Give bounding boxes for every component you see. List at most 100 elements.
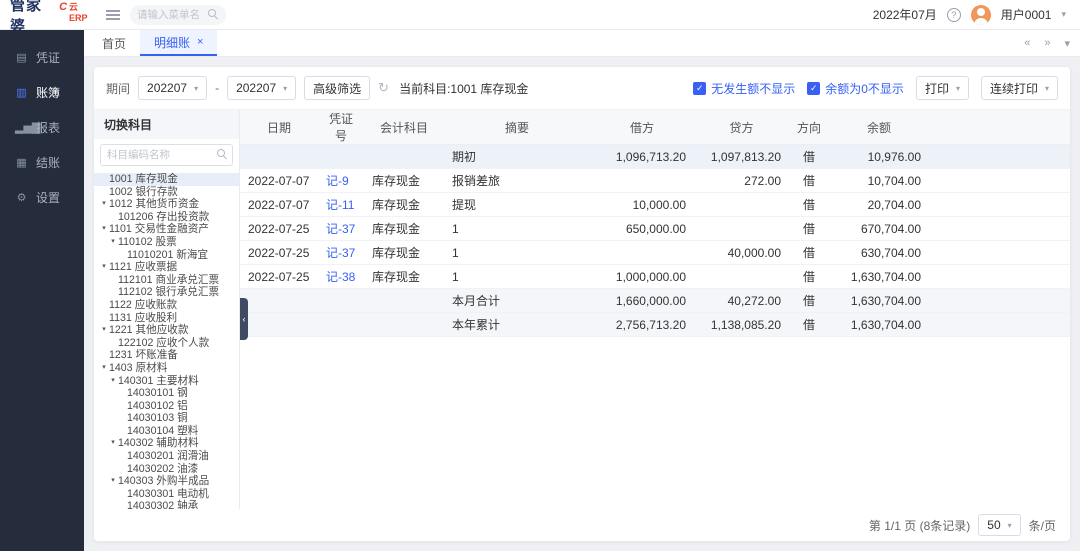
tree-item[interactable]: ▾1121 应收票据 <box>94 261 239 274</box>
tree-item[interactable]: 14030101 钢 <box>94 387 239 400</box>
tab-menu-icon[interactable]: ▾ <box>1064 37 1070 50</box>
continuous-print-button[interactable]: 连续打印 ▾ <box>981 76 1058 100</box>
zero-balance-checkbox[interactable]: ✓ 余额为0不显示 <box>807 80 904 97</box>
voucher-link[interactable]: 记-9 <box>326 174 349 188</box>
tree-item[interactable]: ▾1012 其他货币资金 <box>94 198 239 211</box>
tree-item[interactable]: 14030104 塑料 <box>94 425 239 438</box>
tree-item[interactable]: 112102 银行承兑汇票 <box>94 286 239 299</box>
cell-date: 2022-07-25 <box>240 241 318 265</box>
caret-down-icon[interactable]: ▾ <box>108 375 118 388</box>
voucher-link[interactable]: 记-38 <box>326 270 355 284</box>
tree-item-label: 14030103 铜 <box>127 412 188 425</box>
sidebar-item-closing[interactable]: ▦结账 <box>0 145 84 180</box>
tree-item[interactable]: 14030302 轴承 <box>94 500 239 509</box>
cell-date: 2022-07-25 <box>240 217 318 241</box>
chevron-down-icon[interactable]: ▾ <box>1061 9 1066 20</box>
tree-item[interactable]: 1131 应收股利 <box>94 312 239 325</box>
menu-toggle-icon[interactable] <box>106 10 120 20</box>
settings-icon: ⚙ <box>15 191 28 204</box>
tree-item[interactable]: 112101 商业承兑汇票 <box>94 274 239 287</box>
table-row[interactable]: 本月合计1,660,000.0040,272.00借1,630,704.00 <box>240 289 1070 313</box>
caret-down-icon[interactable]: ▾ <box>108 437 118 450</box>
caret-down-icon[interactable]: ▾ <box>108 475 118 488</box>
chevron-down-icon: ▾ <box>1008 521 1012 530</box>
tree-collapse-handle[interactable]: ‹ <box>240 298 248 340</box>
tree-item[interactable]: ▾1221 其他应收款 <box>94 324 239 337</box>
tree-item[interactable]: 1231 坏账准备 <box>94 349 239 362</box>
tree-item[interactable]: 14030201 润滑油 <box>94 450 239 463</box>
tab-scroll-right-icon[interactable]: » <box>1044 37 1050 49</box>
menu-search-input[interactable] <box>137 9 204 21</box>
user-name[interactable]: 用户0001 <box>1001 6 1052 23</box>
checkbox-checked-icon[interactable]: ✓ <box>693 82 706 95</box>
tree-item-label: 112101 商业承兑汇票 <box>118 274 219 287</box>
no-activity-checkbox[interactable]: ✓ 无发生额不显示 <box>693 80 795 97</box>
tree-item[interactable]: 14030103 铜 <box>94 412 239 425</box>
sidebar-item-report[interactable]: ▂▅▇报表 <box>0 110 84 145</box>
voucher-link[interactable]: 记-37 <box>326 222 355 236</box>
close-icon[interactable]: × <box>197 37 203 48</box>
table-row[interactable]: 2022-07-07记-9库存现金报销差旅272.00借10,704.00 <box>240 169 1070 193</box>
tree-item[interactable]: ▾140302 辅助材料 <box>94 437 239 450</box>
tree-item[interactable]: ▾1403 原材料 <box>94 362 239 375</box>
tree-search[interactable] <box>100 144 233 166</box>
checkbox-checked-icon[interactable]: ✓ <box>807 82 820 95</box>
tree-title: 切换科目 <box>94 110 239 139</box>
tree-item[interactable]: 11010201 新海宜 <box>94 249 239 262</box>
column-header: 日期 <box>240 110 318 145</box>
cell-subject <box>364 145 444 169</box>
tree-item-label: 1131 应收股利 <box>109 312 177 325</box>
sidebar-item-voucher[interactable]: ▤凭证 <box>0 40 84 75</box>
caret-down-icon[interactable]: ▾ <box>99 198 109 211</box>
tree-item[interactable]: ▾140303 外购半成品 <box>94 475 239 488</box>
tree-item[interactable]: 1002 银行存款 <box>94 186 239 199</box>
tree-item-label: 14030104 塑料 <box>127 425 198 438</box>
table-row[interactable]: 期初1,096,713.201,097,813.20借10,976.00 <box>240 145 1070 169</box>
refresh-icon[interactable]: ↻ <box>378 80 389 96</box>
tree-item[interactable]: 1001 库存现金 <box>94 173 239 186</box>
caret-down-icon[interactable]: ▾ <box>99 223 109 236</box>
tree-item[interactable]: 14030102 铝 <box>94 400 239 413</box>
table-row[interactable]: 本年累计2,756,713.201,138,085.20借1,630,704.0… <box>240 313 1070 337</box>
period-from-select[interactable]: 202207 ▾ <box>138 76 207 100</box>
tab-scroll-left-icon[interactable]: « <box>1024 37 1030 49</box>
tree-item[interactable]: ▾140301 主要材料 <box>94 375 239 388</box>
tree-item[interactable]: 14030202 油漆 <box>94 463 239 476</box>
tree-item[interactable]: 101206 存出投资款 <box>94 211 239 224</box>
period-to-select[interactable]: 202207 ▾ <box>227 76 296 100</box>
tree-item[interactable]: 122102 应收个人款 <box>94 337 239 350</box>
caret-down-icon[interactable]: ▾ <box>99 261 109 274</box>
page-size-select[interactable]: 50 ▾ <box>978 514 1020 536</box>
cell-debit: 650,000.00 <box>590 217 694 241</box>
menu-search[interactable] <box>130 5 226 25</box>
advanced-filter-button[interactable]: 高级筛选 <box>304 76 370 100</box>
tree-item[interactable]: 14030301 电动机 <box>94 488 239 501</box>
tree-search-input[interactable] <box>100 144 233 166</box>
avatar[interactable] <box>971 5 991 25</box>
caret-down-icon[interactable]: ▾ <box>99 362 109 375</box>
tab[interactable]: 首页 <box>88 30 140 56</box>
voucher-link[interactable]: 记-11 <box>326 198 354 212</box>
tree-item[interactable]: ▾1101 交易性金融资产 <box>94 223 239 236</box>
caret-down-icon[interactable]: ▾ <box>99 324 109 337</box>
table-row[interactable]: 2022-07-25记-38库存现金11,000,000.00借1,630,70… <box>240 265 1070 289</box>
tab-bar-tools: « » ▾ <box>1024 30 1070 56</box>
current-period[interactable]: 2022年07月 <box>873 6 937 23</box>
sidebar-item-ledger[interactable]: ▥账簿 <box>0 75 84 110</box>
period-to-value: 202207 <box>236 81 276 95</box>
table-row[interactable]: 2022-07-25记-37库存现金1650,000.00借670,704.00 <box>240 217 1070 241</box>
table-row[interactable]: 2022-07-25记-37库存现金140,000.00借630,704.00 <box>240 241 1070 265</box>
tree-item-label: 140302 辅助材料 <box>118 437 199 450</box>
tree-item[interactable]: 1122 应收账款 <box>94 299 239 312</box>
caret-down-icon[interactable]: ▾ <box>108 236 118 249</box>
table-row[interactable]: 2022-07-07记-11库存现金提现10,000.00借20,704.00 <box>240 193 1070 217</box>
voucher-link[interactable]: 记-37 <box>326 246 355 260</box>
print-button[interactable]: 打印 ▾ <box>916 76 969 100</box>
tab[interactable]: 明细账× <box>140 30 217 56</box>
help-icon[interactable]: ? <box>947 8 961 22</box>
sidebar-item-label: 报表 <box>36 119 60 136</box>
sidebar-item-settings[interactable]: ⚙设置 <box>0 180 84 215</box>
chevron-down-icon: ▾ <box>1045 84 1049 93</box>
continuous-print-label: 连续打印 <box>990 80 1038 97</box>
tree-item[interactable]: ▾110102 股票 <box>94 236 239 249</box>
